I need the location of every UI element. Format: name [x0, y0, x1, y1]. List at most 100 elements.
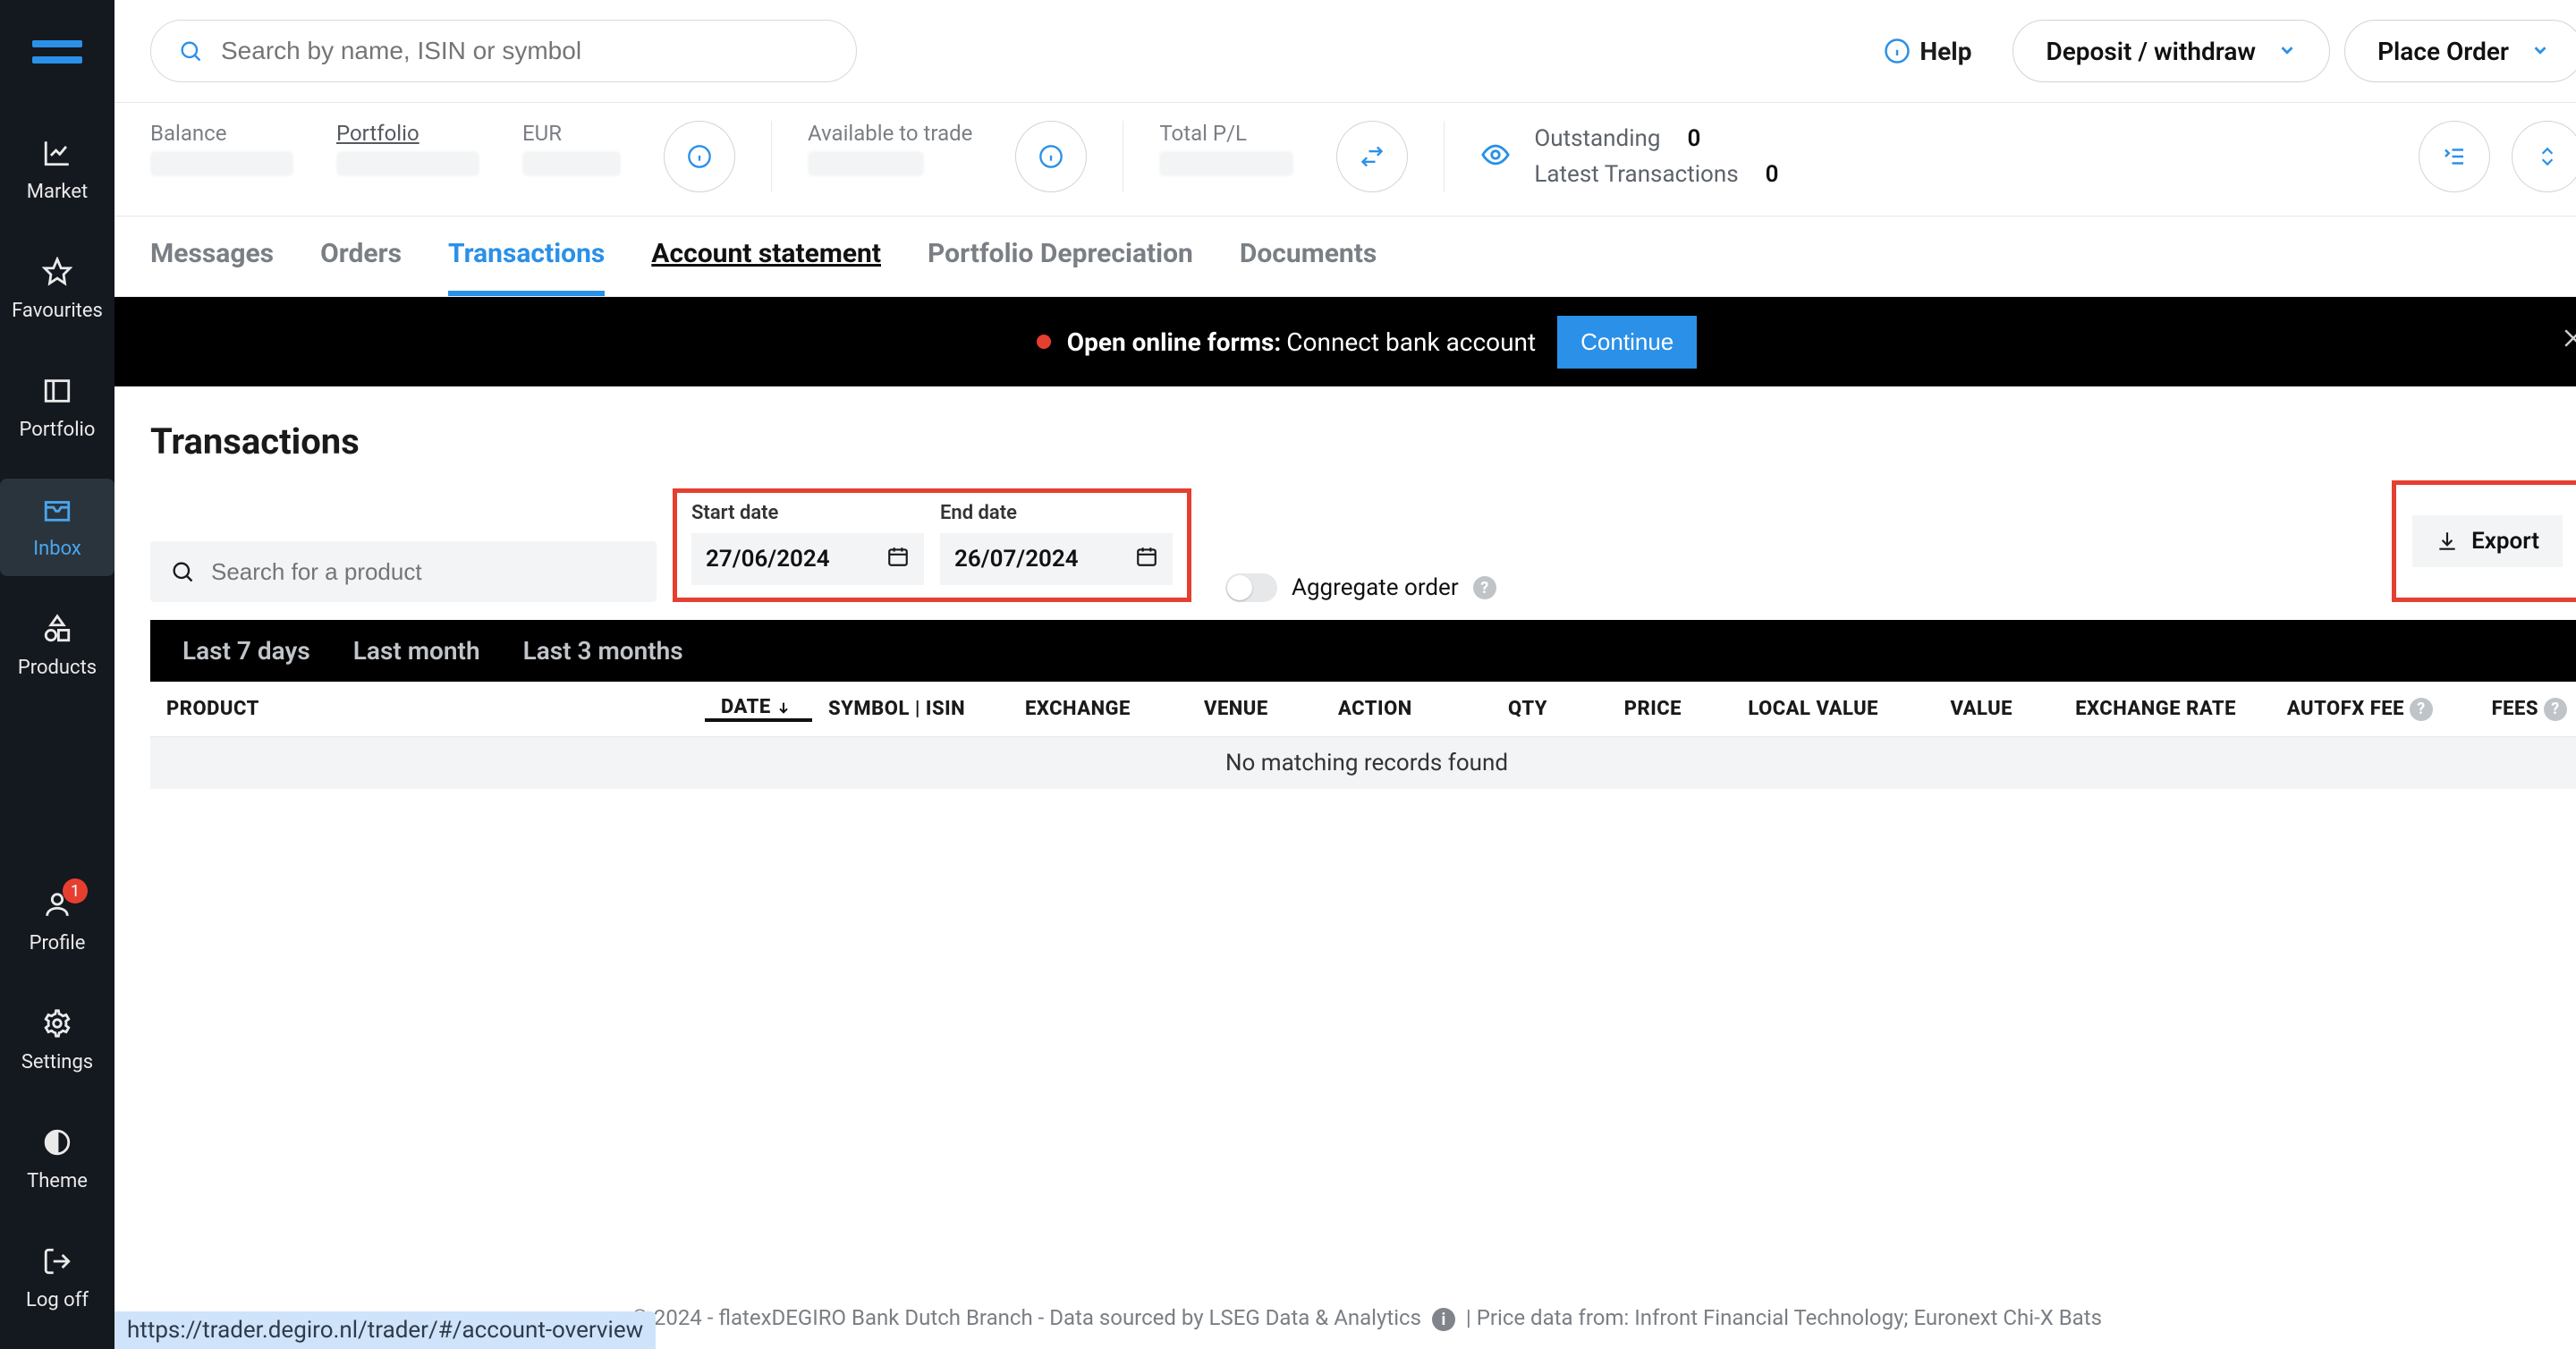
footer-left: © 2024 - flatexDEGIRO Bank Dutch Branch … [631, 1305, 1421, 1330]
tab-orders[interactable]: Orders [320, 238, 402, 296]
list-button[interactable] [2419, 121, 2490, 192]
list-icon [2441, 143, 2468, 170]
user-icon [0, 889, 114, 925]
aggregate-toggle[interactable] [1225, 573, 1277, 602]
info-button[interactable] [1015, 121, 1087, 192]
th-rate[interactable]: EXCHANGE RATE [2029, 698, 2252, 720]
summary-label: Latest Transactions [1534, 161, 1738, 188]
calendar-icon [886, 545, 910, 574]
summary-totalpl: Total P/L [1159, 121, 1293, 176]
th-date[interactable]: DATE [705, 696, 812, 722]
start-date-input[interactable]: 27/06/2024 [691, 533, 924, 585]
tab-depreciation[interactable]: Portfolio Depreciation [928, 238, 1193, 296]
start-date-value: 27/06/2024 [706, 546, 830, 573]
range-tabs: Last 7 days Last month Last 3 months [150, 620, 2576, 682]
end-date-label: End date [940, 502, 1173, 524]
product-search[interactable] [150, 541, 657, 602]
aggregate-label: Aggregate order [1292, 574, 1459, 601]
expand-icon [2536, 145, 2559, 168]
banner-continue-button[interactable]: Continue [1557, 316, 1697, 369]
help-icon[interactable]: ? [2544, 698, 2567, 721]
sidebar-item-products[interactable]: Products [0, 598, 114, 695]
expand-button[interactable] [2512, 121, 2576, 192]
summary-label: Available to trade [808, 121, 972, 146]
banner-close-icon[interactable] [2560, 324, 2576, 360]
tab-transactions[interactable]: Transactions [448, 238, 605, 296]
summary-label: EUR [522, 121, 621, 146]
summary-label: Outstanding [1534, 125, 1660, 152]
end-date-input[interactable]: 26/07/2024 [940, 533, 1173, 585]
global-search[interactable] [150, 20, 857, 82]
help-label: Help [1919, 37, 1971, 66]
info-icon [1038, 144, 1063, 169]
sidebar-item-logoff[interactable]: Log off [0, 1230, 114, 1328]
info-icon [1884, 38, 1911, 64]
info-button[interactable] [664, 121, 735, 192]
sidebar-item-favourites[interactable]: Favourites [0, 241, 114, 338]
tab-account-statement[interactable]: Account statement [651, 238, 881, 296]
th-action[interactable]: ACTION [1322, 698, 1465, 720]
range-tab-7days[interactable]: Last 7 days [182, 636, 310, 666]
range-tab-lastmonth[interactable]: Last month [353, 636, 480, 666]
sidebar-item-label: Settings [21, 1051, 93, 1073]
help-link[interactable]: Help [1884, 37, 1971, 66]
sidebar-item-label: Profile [30, 932, 86, 954]
range-tab-3months[interactable]: Last 3 months [523, 636, 683, 666]
sidebar-item-settings[interactable]: Settings [0, 992, 114, 1090]
th-qty[interactable]: QTY [1465, 698, 1563, 720]
sidebar-item-label: Portfolio [20, 419, 96, 441]
th-venue[interactable]: VENUE [1188, 698, 1322, 720]
th-exchange[interactable]: EXCHANGE [1009, 698, 1188, 720]
date-range-highlight: Start date 27/06/2024 End date 26/07/202… [673, 488, 1191, 602]
summary-label: Total P/L [1159, 121, 1293, 146]
tab-documents[interactable]: Documents [1240, 238, 1377, 296]
product-search-input[interactable] [211, 558, 637, 586]
app-logo [32, 36, 82, 68]
start-date-label: Start date [691, 502, 924, 524]
theme-icon [0, 1127, 114, 1163]
help-icon[interactable]: ? [2410, 698, 2433, 721]
sidebar-item-profile[interactable]: 1 Profile [0, 873, 114, 971]
th-symbol[interactable]: SYMBOL | ISIN [812, 698, 1009, 720]
status-url: https://trader.degiro.nl/trader/#/accoun… [114, 1311, 656, 1349]
chevron-down-icon [2530, 37, 2550, 66]
page-title: Transactions [150, 420, 2576, 462]
summary-label: Balance [150, 121, 293, 146]
th-value[interactable]: VALUE [1894, 698, 2029, 720]
chevron-down-icon [2277, 37, 2297, 66]
th-price[interactable]: PRICE [1563, 698, 1698, 720]
swap-button[interactable] [1336, 121, 1408, 192]
th-fees[interactable]: FEES ? [2449, 698, 2576, 721]
summary-portfolio[interactable]: Portfolio [336, 121, 479, 176]
th-autofx[interactable]: AUTOFX FEE ? [2252, 698, 2449, 721]
tab-messages[interactable]: Messages [150, 238, 274, 296]
place-order-button[interactable]: Place Order [2344, 20, 2576, 82]
transactions-table: PRODUCT DATE SYMBOL | ISIN EXCHANGE VENU… [150, 682, 2576, 789]
export-label: Export [2471, 528, 2539, 555]
sidebar-item-label: Products [18, 657, 97, 679]
shapes-icon [0, 614, 114, 649]
th-local[interactable]: LOCAL VALUE [1698, 698, 1894, 720]
page-content: Transactions Start date 27/06/2024 [114, 386, 2576, 1349]
global-search-input[interactable] [221, 37, 829, 65]
banner: Open online forms: Connect bank account … [114, 297, 2576, 386]
summary-label: Portfolio [336, 121, 479, 146]
gear-icon [0, 1008, 114, 1044]
sidebar-item-theme[interactable]: Theme [0, 1111, 114, 1209]
deposit-withdraw-button[interactable]: Deposit / withdraw [2012, 20, 2330, 82]
chart-icon [0, 138, 114, 174]
sidebar-item-label: Theme [27, 1170, 88, 1192]
sidebar-item-portfolio[interactable]: Portfolio [0, 360, 114, 457]
th-product[interactable]: PRODUCT [150, 698, 705, 720]
place-order-label: Place Order [2377, 37, 2509, 66]
export-button[interactable]: Export [2412, 515, 2563, 567]
blurred-value [336, 151, 479, 176]
latest-value: 0 [1766, 161, 1779, 188]
blurred-value [522, 151, 621, 176]
eye-icon[interactable] [1480, 140, 1511, 174]
sidebar-item-market[interactable]: Market [0, 122, 114, 219]
swap-icon [1360, 144, 1385, 169]
info-icon[interactable]: i [1432, 1308, 1455, 1331]
sidebar-item-inbox[interactable]: Inbox [0, 479, 114, 576]
help-icon[interactable]: ? [1473, 576, 1496, 599]
